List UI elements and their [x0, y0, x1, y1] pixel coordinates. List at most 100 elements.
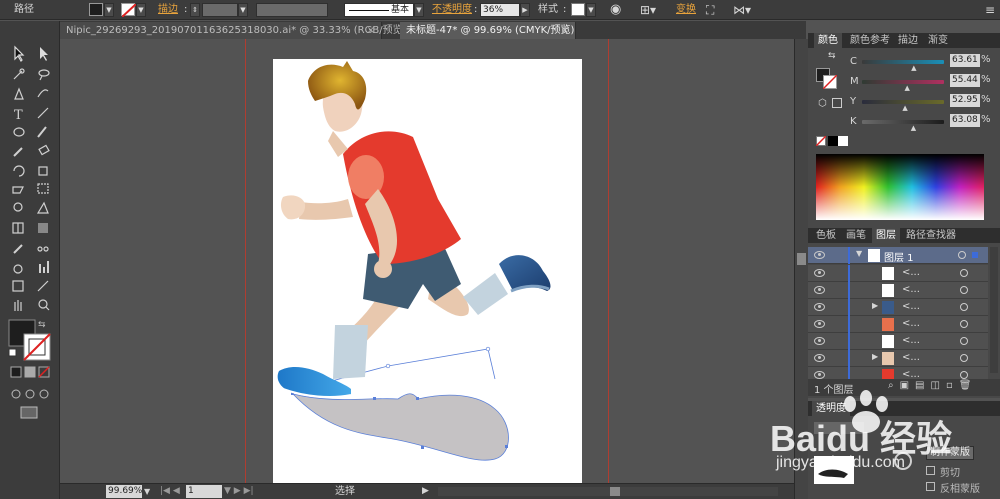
tab-color-guide[interactable]: 颜色参考	[846, 33, 894, 48]
blend-tool[interactable]	[35, 241, 53, 257]
eyedropper-tool[interactable]	[10, 241, 28, 257]
stroke-dropdown-arrow[interactable]: ▼	[136, 3, 146, 17]
channel-y-handle[interactable]: ▲	[902, 104, 907, 112]
swap-colors-icon[interactable]	[36, 318, 48, 328]
horizontal-scroll-thumb[interactable]	[610, 487, 620, 496]
zoom-tool[interactable]	[35, 299, 53, 315]
close-icon[interactable]: ×	[367, 22, 375, 39]
sublayer-row[interactable]: <...	[808, 316, 988, 333]
visibility-eye-icon[interactable]	[814, 269, 825, 277]
channel-k-slider[interactable]	[862, 120, 944, 124]
none-color-chip[interactable]	[816, 136, 826, 146]
layer-row-main[interactable]: ▼ 图层 1	[808, 247, 988, 264]
color-mode-button[interactable]	[11, 367, 21, 377]
out-of-gamut-icon[interactable]: ⬡	[818, 98, 827, 109]
sublayer-row[interactable]: <...	[808, 333, 988, 350]
brush-arrow[interactable]: ▼	[414, 3, 424, 17]
sublayer-name[interactable]: <...	[902, 284, 920, 295]
pen-tool[interactable]	[10, 87, 28, 103]
shape-builder-tool[interactable]	[10, 201, 28, 217]
channel-y-value[interactable]: 52.95	[950, 94, 980, 107]
channel-k-value[interactable]: 63.08	[950, 114, 980, 127]
visibility-eye-icon[interactable]	[814, 286, 825, 294]
layer-target-icon[interactable]	[958, 251, 966, 259]
panel-menu-icon[interactable]: ≡	[985, 0, 995, 20]
stroke-label[interactable]: 描边	[158, 0, 178, 20]
opacity-label[interactable]: 不透明度	[432, 0, 472, 20]
invert-mask-checkbox[interactable]	[926, 482, 935, 491]
mesh-tool[interactable]	[10, 221, 28, 237]
stroke-weight-field[interactable]	[202, 3, 238, 17]
visibility-eye-icon[interactable]	[814, 337, 825, 345]
artboard-tool[interactable]	[10, 279, 28, 295]
tab-brushes[interactable]: 画笔	[842, 228, 870, 243]
scale-tool[interactable]	[35, 164, 53, 180]
brush-dropdown[interactable]: 基本	[344, 3, 414, 17]
opacity-arrow[interactable]: ▶	[520, 3, 530, 17]
scroll-thumb[interactable]	[797, 253, 806, 265]
artboard[interactable]	[273, 59, 582, 483]
zoom-dropdown-arrow[interactable]: ▼	[144, 484, 150, 499]
color-spectrum[interactable]	[816, 154, 984, 220]
white-color-chip[interactable]	[838, 136, 848, 146]
swap-colors-icon[interactable]: ⇆	[828, 51, 836, 61]
width-tool[interactable]	[10, 183, 28, 199]
align-icon[interactable]: ⊞▾	[640, 0, 656, 20]
fill-swatch[interactable]	[89, 3, 103, 16]
channel-c-handle[interactable]: ▲	[911, 64, 916, 72]
lasso-tool[interactable]	[35, 67, 53, 83]
free-transform-tool[interactable]	[35, 183, 53, 199]
sublayer-target-icon[interactable]	[960, 286, 968, 294]
channel-m-handle[interactable]: ▲	[904, 84, 909, 92]
slice-tool[interactable]	[35, 279, 53, 295]
gradient-mode-button[interactable]	[25, 367, 35, 377]
selection-indicator[interactable]	[972, 252, 978, 258]
sublayer-target-icon[interactable]	[960, 269, 968, 277]
tab-transparency[interactable]: 透明度	[812, 401, 850, 416]
channel-k-handle[interactable]: ▲	[911, 124, 916, 132]
horizontal-scrollbar[interactable]	[438, 487, 778, 496]
sublayer-target-icon[interactable]	[960, 337, 968, 345]
tab-gradient[interactable]: 渐变	[924, 33, 952, 48]
draw-mode-buttons[interactable]	[11, 389, 51, 399]
channel-c-slider[interactable]	[862, 60, 944, 64]
ellipse-tool[interactable]	[10, 125, 28, 141]
color-stroke-swatch[interactable]	[823, 75, 837, 89]
visibility-eye-icon[interactable]	[814, 320, 825, 328]
screen-mode-button[interactable]	[21, 407, 37, 418]
sublayer-target-icon[interactable]	[960, 354, 968, 362]
selection-tool[interactable]	[10, 45, 28, 61]
expand-arrow-icon[interactable]: ▶	[872, 301, 878, 310]
channel-c-value[interactable]: 63.61	[950, 54, 980, 67]
channel-m-value[interactable]: 55.44	[950, 74, 980, 87]
sublayer-target-icon[interactable]	[960, 303, 968, 311]
rotate-tool[interactable]	[10, 164, 28, 180]
tab-document-2[interactable]: 未标题-47* @ 99.69% (CMYK/预览) ×	[400, 22, 576, 39]
stroke-weight-arrow[interactable]: ▼	[238, 3, 248, 17]
eraser-tool[interactable]	[35, 145, 53, 161]
line-tool[interactable]	[35, 106, 53, 122]
transform-link[interactable]: 变换	[676, 0, 696, 20]
style-arrow[interactable]: ▼	[586, 3, 596, 17]
variable-width-dropdown[interactable]	[256, 3, 328, 17]
sublayer-row[interactable]: <...	[808, 265, 988, 282]
transform-options-icon[interactable]: ⋈▾	[733, 0, 751, 20]
magic-wand-tool[interactable]	[10, 67, 28, 83]
tab-stroke[interactable]: 描边	[894, 33, 922, 48]
tab-document-1[interactable]: Nipic_29269293_20190701163625318030.ai* …	[60, 22, 407, 39]
layers-scrollbar[interactable]	[990, 247, 998, 373]
type-tool[interactable]	[10, 106, 28, 122]
blend-mode-dropdown[interactable]	[814, 422, 864, 434]
sublayer-name[interactable]: <...	[902, 267, 920, 278]
web-safe-icon[interactable]	[832, 98, 842, 108]
symbol-sprayer-tool[interactable]	[10, 261, 28, 277]
stroke-color-swatch[interactable]	[24, 334, 50, 360]
style-swatch[interactable]	[571, 3, 585, 16]
tab-layers[interactable]: 图层	[872, 228, 900, 243]
sublayer-row[interactable]: <...	[808, 282, 988, 299]
canvas[interactable]	[60, 39, 794, 483]
visibility-eye-icon[interactable]	[814, 251, 825, 259]
tab-pathfinder[interactable]: 路径查找器	[902, 228, 960, 243]
opacity-field[interactable]: 36%	[480, 3, 520, 17]
sublayer-name[interactable]: <...	[902, 335, 920, 346]
